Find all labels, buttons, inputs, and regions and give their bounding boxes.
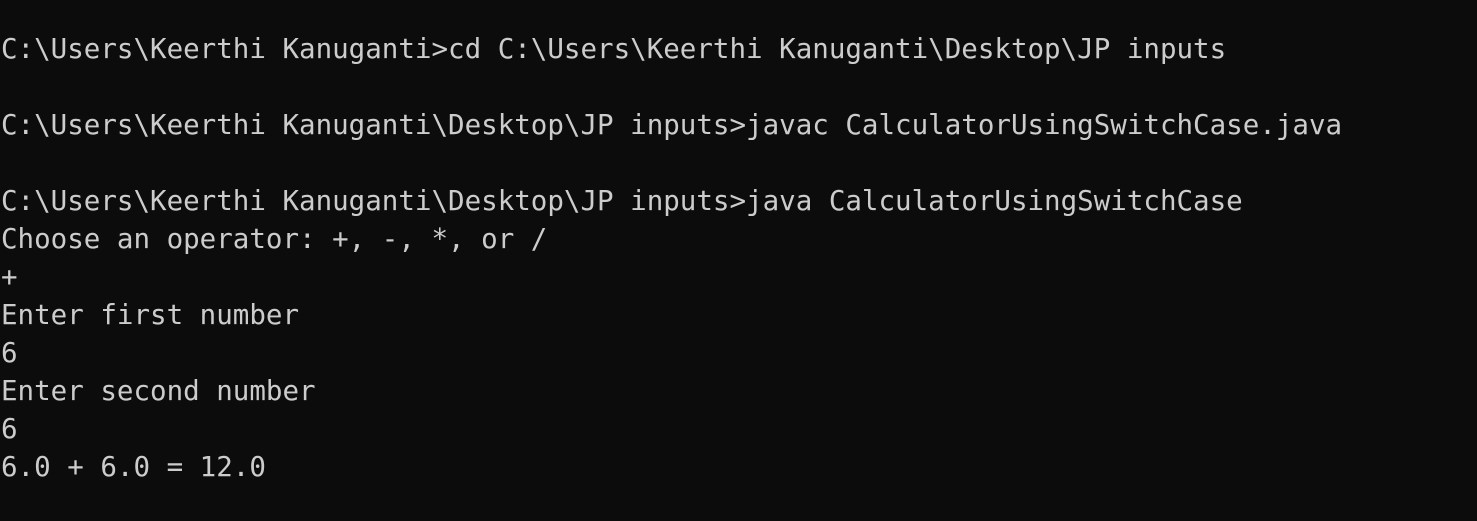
terminal-line-second-prompt: Enter second number <box>1 375 316 407</box>
terminal-line-javac-command: C:\Users\Keerthi Kanuganti\Desktop\JP in… <box>1 109 1343 141</box>
terminal-line-java-command: C:\Users\Keerthi Kanuganti\Desktop\JP in… <box>1 185 1243 217</box>
terminal-line-cd-command: C:\Users\Keerthi Kanuganti>cd C:\Users\K… <box>1 33 1227 65</box>
terminal-output[interactable]: C:\Users\Keerthi Kanuganti>cd C:\Users\K… <box>0 30 1477 521</box>
terminal-line-operator-input: + <box>1 261 18 293</box>
terminal-line-result: 6.0 + 6.0 = 12.0 <box>1 451 266 483</box>
terminal-line-operator-prompt: Choose an operator: +, -, *, or / <box>1 223 548 255</box>
terminal-line-second-input: 6 <box>1 413 18 445</box>
terminal-line-first-prompt: Enter first number <box>1 299 300 331</box>
terminal-line-first-input: 6 <box>1 337 18 369</box>
